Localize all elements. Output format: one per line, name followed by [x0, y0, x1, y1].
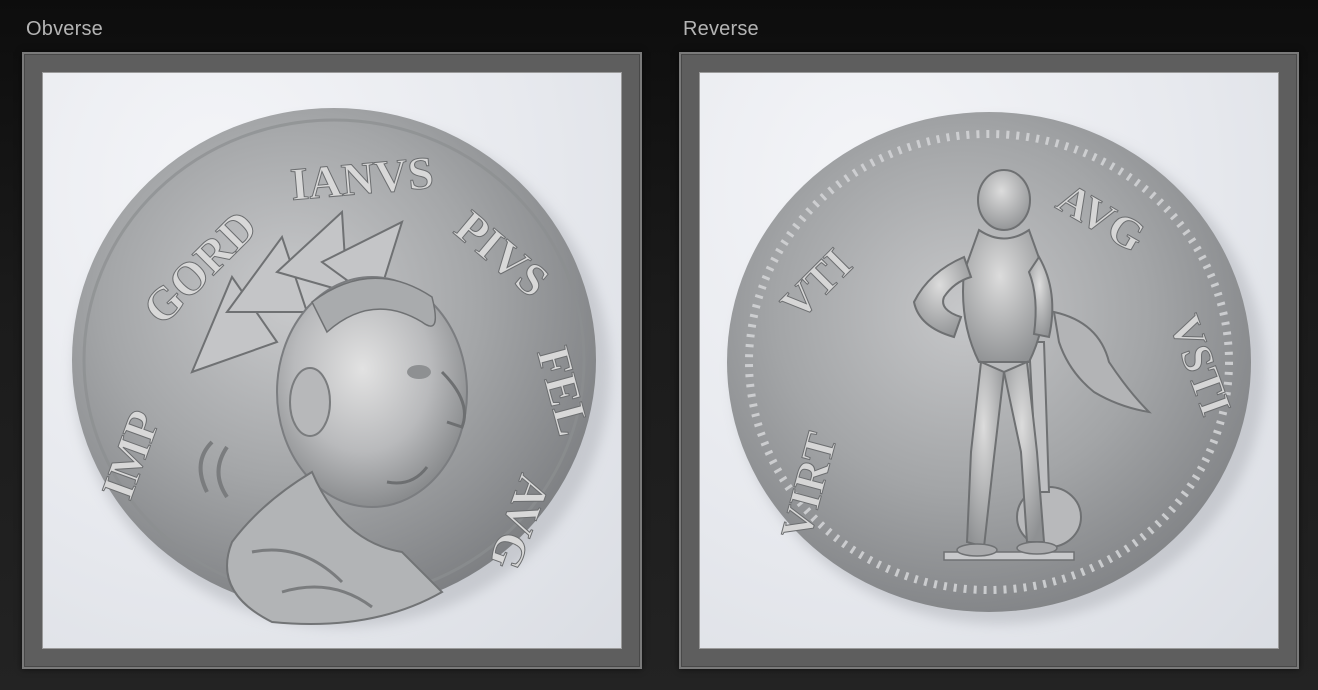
- reverse-label: Reverse: [683, 18, 759, 40]
- obverse-coin-photo[interactable]: IMP GORD IANVS PIVS FEL AVG: [42, 72, 622, 649]
- reverse-coin-illustration: VIRT VTI AVG VSTI: [727, 112, 1265, 624]
- obverse-frame: IMP GORD IANVS PIVS FEL AVG: [22, 52, 642, 669]
- reverse-panel: Reverse VIRT VTI AVG VSTI: [679, 0, 1299, 690]
- obverse-coin-illustration: IMP GORD IANVS PIVS FEL AVG: [72, 108, 610, 627]
- reverse-frame: VIRT VTI AVG VSTI: [679, 52, 1299, 669]
- obverse-label: Obverse: [26, 18, 103, 40]
- obverse-panel: Obverse IMP GORD IANVS PIVS FEL AVG: [22, 0, 642, 690]
- reverse-coin-photo[interactable]: VIRT VTI AVG VSTI: [699, 72, 1279, 649]
